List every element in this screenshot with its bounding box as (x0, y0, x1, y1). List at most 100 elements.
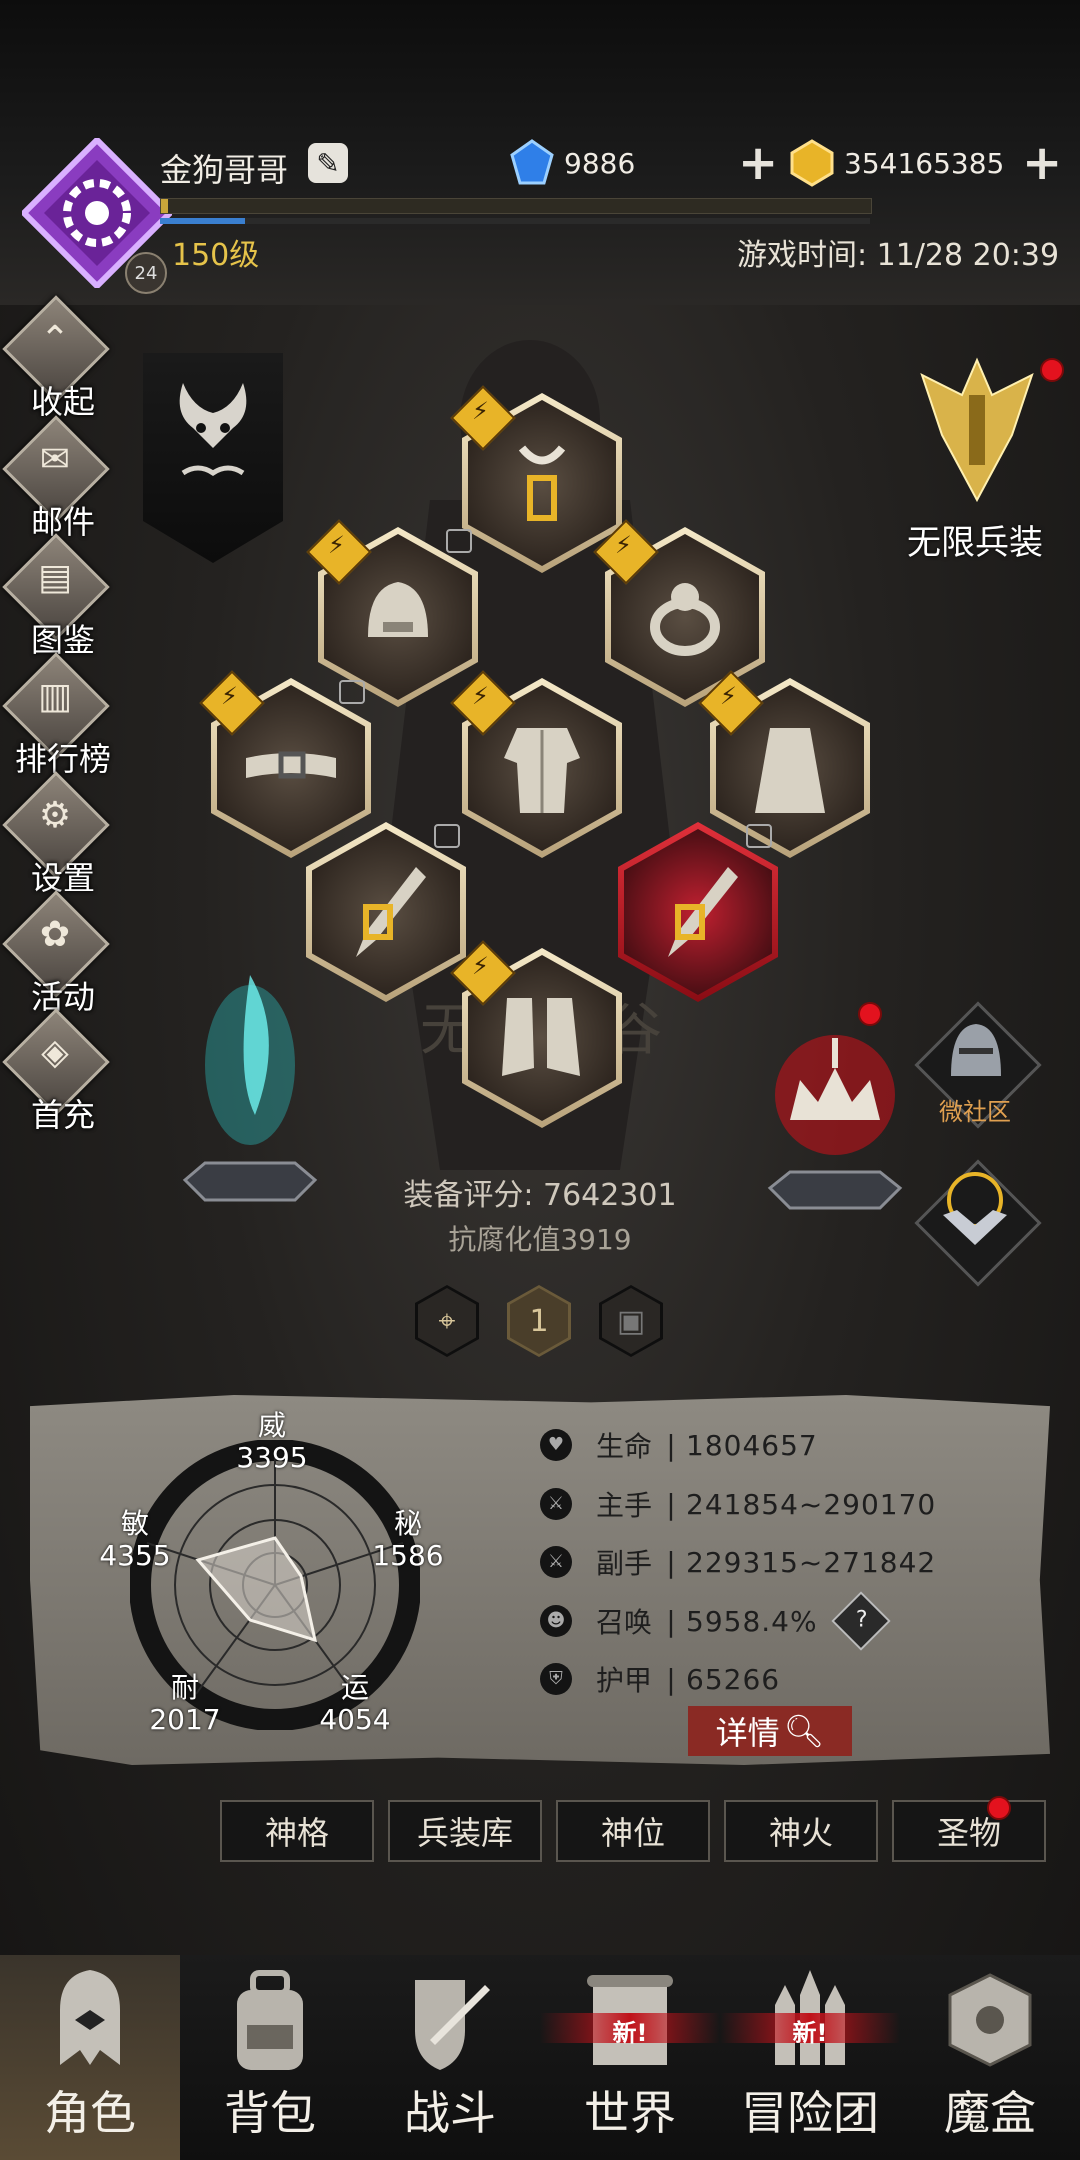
radar-wei: 威 3395 (236, 1409, 308, 1474)
stat-row-summon: ☻ 召唤 | 5958.4% ? (540, 1591, 1020, 1651)
gold-currency: 354165385 (788, 139, 1024, 187)
summon-help-button[interactable]: ? (830, 1591, 891, 1651)
nav-world[interactable]: 新! 世界 (540, 1955, 720, 2160)
necklace-icon (518, 445, 566, 521)
nav-adventure-team[interactable]: 新! 冒险团 (720, 1955, 900, 2160)
first-recharge-button[interactable]: ◈ 首充 (2, 1008, 118, 1134)
new-tag: 新! (540, 2013, 720, 2047)
new-tag: 新! (720, 2013, 900, 2047)
belt-icon (246, 751, 336, 779)
infinite-weapon-notification-dot (1040, 358, 1064, 382)
settings-button[interactable]: ⚙ 设置 (2, 771, 118, 897)
mail-label: 邮件 (30, 503, 95, 541)
equip-slot-off-weapon[interactable] (618, 822, 778, 1002)
nav-magic-box[interactable]: 魔盒 (900, 1955, 1080, 2160)
ring-icon (650, 583, 720, 656)
tab-god-rank[interactable]: 神位 (556, 1800, 710, 1862)
tab-relic[interactable]: 圣物 (892, 1800, 1046, 1862)
nav-backpack[interactable]: 背包 (180, 1955, 360, 2160)
location-pin-icon: ⌖ (438, 1303, 456, 1339)
lock-icon (446, 529, 472, 553)
codex-button[interactable]: ▤ 图鉴 (2, 533, 118, 659)
locked-page-button[interactable]: ▣ (599, 1285, 663, 1357)
radar-min: 敏 4355 (99, 1507, 171, 1572)
tab-divine-fire[interactable]: 神火 (724, 1800, 878, 1862)
anti-corruption-value: 抗腐化值3919 (448, 1223, 632, 1256)
tab-divinity[interactable]: 神格 (220, 1800, 374, 1862)
dagger-icon (668, 867, 738, 957)
ranking-button[interactable]: ▥ 排行榜 (2, 652, 118, 778)
avatar-badge: 24 (125, 252, 167, 294)
details-button[interactable]: 详情 🔍︎ (688, 1706, 852, 1756)
equip-slot-boots[interactable]: ⚡ (450, 940, 622, 1128)
heart-icon: ♥ (540, 1429, 572, 1461)
class-emblem-banner[interactable] (143, 353, 283, 563)
stat-row-armor: ⛨ 护甲 | 65266 (540, 1654, 1020, 1704)
activity-label: 活动 (30, 978, 95, 1016)
equip-slot-main-weapon[interactable] (306, 822, 466, 1002)
add-diamond-button[interactable]: + (738, 139, 778, 187)
diamond-amount: 9886 (564, 146, 636, 180)
stat-row-main-hand: ⚔ 主手 | 241854~290170 (540, 1479, 1020, 1529)
gear-icon: ⚙ (38, 795, 72, 836)
settings-label: 设置 (30, 859, 95, 897)
battle-icon (415, 1980, 490, 2070)
main-hand-icon: ⚔ (540, 1488, 572, 1520)
activity-button[interactable]: ✿ 活动 (2, 890, 118, 1016)
lock-icon (339, 680, 365, 704)
cape-icon (755, 728, 825, 813)
collapse-label: 收起 (30, 383, 95, 421)
character-icon (60, 1970, 120, 2065)
codex-label: 图鉴 (30, 621, 95, 659)
first-recharge-label: 首充 (30, 1096, 95, 1134)
stat-row-hp: ♥ 生命 | 1804657 (540, 1420, 1020, 1470)
nav-label: 背包 (224, 2086, 316, 2140)
details-label: 详情 (715, 1714, 780, 1752)
knight-helmet-icon (951, 1024, 1001, 1076)
book-icon: ▤ (37, 557, 72, 598)
add-gold-button[interactable]: + (1022, 139, 1062, 187)
collapse-button[interactable]: ⌃ 收起 (2, 295, 118, 421)
radar-yun: 运 4054 (319, 1671, 391, 1736)
exp-bar (160, 198, 872, 214)
lock-icon (434, 824, 460, 848)
nav-label: 冒险团 (741, 2086, 879, 2140)
lock-icon: ▣ (616, 1303, 646, 1339)
nav-battle[interactable]: 战斗 (360, 1955, 540, 2160)
community-button[interactable]: 微社区 (914, 1001, 1042, 1130)
community-label: 微社区 (939, 1098, 1011, 1126)
tab-armory[interactable]: 兵装库 (388, 1800, 542, 1862)
page-1-button[interactable]: 1 (507, 1285, 571, 1357)
radar-mi: 秘 1586 (372, 1507, 444, 1572)
gold-amount: 354165385 (844, 146, 1005, 180)
off-hand-icon: ⚔ (540, 1546, 572, 1578)
player-name: 金狗哥哥 (160, 151, 289, 189)
armor-stat-icon: ⛨ (540, 1663, 572, 1695)
nav-character[interactable]: 角色 (0, 1955, 180, 2160)
winged-emblem-icon (920, 357, 1034, 503)
first-recharge-icon: ◈ (41, 1032, 69, 1073)
magnifier-icon: 🔍︎ (783, 1712, 825, 1750)
infinite-weapon-label: 无限兵装 (907, 523, 1043, 563)
magic-box-icon (948, 1973, 1032, 2067)
nav-label: 战斗 (404, 2086, 496, 2140)
location-page-button[interactable]: ⌖ (415, 1285, 479, 1357)
stat-row-off-hand: ⚔ 副手 | 229315~271842 (540, 1537, 1020, 1587)
summon-icon: ☻ (540, 1605, 572, 1637)
mail-button[interactable]: ✉ 邮件 (2, 415, 118, 541)
exp-bar-fill (161, 199, 169, 213)
equipment-score: 装备评分: 7642301 (403, 1178, 677, 1213)
edit-name-button[interactable]: ✎ (308, 143, 348, 183)
question-icon: ? (855, 1607, 868, 1633)
edit-icon: ✎ (316, 146, 340, 180)
game-time: 游戏时间: 11/28 20:39 (737, 238, 1060, 273)
activity-icon: ✿ (39, 914, 71, 955)
crown-notification-dot (858, 1002, 882, 1026)
diamond-icon (510, 139, 554, 185)
equip-slot-armor[interactable]: ⚡ (450, 670, 622, 858)
helmet-icon (368, 582, 428, 637)
lock-icon (746, 824, 772, 848)
armor-icon (504, 728, 580, 813)
ranking-icon: ▥ (37, 676, 72, 717)
infinite-weapon-button[interactable]: 无限兵装 (885, 355, 1065, 565)
